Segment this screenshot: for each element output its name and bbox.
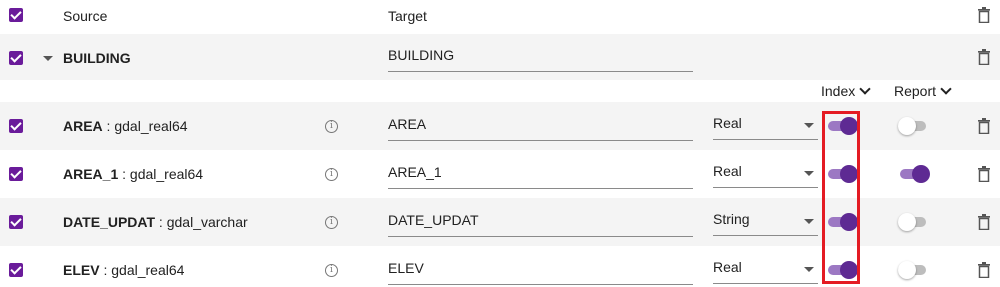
field-separator: : bbox=[155, 214, 167, 230]
field-target[interactable]: AREA bbox=[388, 112, 693, 141]
data-type-value: String bbox=[713, 211, 750, 227]
field-target[interactable]: ELEV bbox=[388, 256, 693, 285]
field-source: DATE_UPDAT : gdal_varchar bbox=[63, 214, 248, 230]
field-type: gdal_real64 bbox=[129, 166, 204, 182]
field-source: ELEV : gdal_real64 bbox=[63, 262, 184, 278]
select-all-checkbox[interactable] bbox=[9, 8, 23, 22]
data-type-value: Real bbox=[713, 259, 742, 275]
field-name: AREA_1 bbox=[63, 166, 119, 182]
group-name: BUILDING bbox=[63, 50, 131, 66]
info-icon[interactable]: i bbox=[325, 120, 338, 133]
dropdown-arrow-icon bbox=[804, 267, 814, 272]
delete-field-trash-icon[interactable] bbox=[978, 166, 990, 182]
field-name: DATE_UPDAT bbox=[63, 214, 156, 230]
delete-field-trash-icon[interactable] bbox=[978, 214, 990, 230]
group-target-field[interactable]: BUILDING bbox=[388, 43, 693, 72]
report-toggle[interactable] bbox=[898, 260, 928, 280]
field-target-value: AREA_1 bbox=[388, 164, 442, 180]
dropdown-arrow-icon bbox=[804, 123, 814, 128]
field-target-value: AREA bbox=[388, 116, 427, 132]
group-row: BUILDING BUILDING bbox=[0, 34, 1000, 80]
field-type: gdal_varchar bbox=[166, 214, 248, 230]
header-row: Source Target bbox=[0, 0, 1000, 32]
data-type-select[interactable]: Real bbox=[713, 159, 818, 188]
report-toggle[interactable] bbox=[898, 212, 928, 232]
field-separator: : bbox=[102, 118, 115, 134]
field-checkbox[interactable] bbox=[9, 263, 23, 277]
source-header: Source bbox=[63, 8, 108, 24]
field-type: gdal_real64 bbox=[111, 262, 185, 278]
field-name: AREA bbox=[63, 118, 103, 134]
field-checkbox[interactable] bbox=[9, 167, 23, 181]
field-source: AREA : gdal_real64 bbox=[63, 118, 188, 134]
index-highlight-box bbox=[822, 111, 860, 284]
delete-group-trash-icon[interactable] bbox=[978, 49, 990, 65]
dropdown-arrow-icon bbox=[804, 171, 814, 176]
field-target-value: ELEV bbox=[388, 260, 424, 276]
data-type-select[interactable]: Real bbox=[713, 111, 818, 140]
delete-field-trash-icon[interactable] bbox=[978, 118, 990, 134]
group-checkbox[interactable] bbox=[9, 51, 23, 65]
report-toggle[interactable] bbox=[898, 116, 928, 136]
data-type-select[interactable]: String bbox=[713, 207, 818, 236]
field-target[interactable]: AREA_1 bbox=[388, 160, 693, 189]
index-column-header[interactable]: Index bbox=[821, 83, 855, 99]
index-chevron-down-icon[interactable] bbox=[859, 83, 871, 95]
field-checkbox[interactable] bbox=[9, 119, 23, 133]
collapse-caret-icon[interactable] bbox=[43, 56, 53, 61]
data-type-select[interactable]: Real bbox=[713, 255, 818, 284]
data-type-value: Real bbox=[713, 163, 742, 179]
field-separator: : bbox=[118, 166, 130, 182]
data-type-value: Real bbox=[713, 115, 742, 131]
dropdown-arrow-icon bbox=[804, 219, 814, 224]
delete-field-trash-icon[interactable] bbox=[978, 262, 990, 278]
delete-all-trash-icon[interactable] bbox=[978, 7, 990, 23]
field-name: ELEV bbox=[63, 262, 100, 278]
target-header: Target bbox=[388, 8, 427, 24]
field-checkbox[interactable] bbox=[9, 215, 23, 229]
info-icon[interactable]: i bbox=[325, 168, 338, 181]
info-icon[interactable]: i bbox=[325, 216, 338, 229]
report-toggle[interactable] bbox=[900, 164, 930, 184]
info-icon[interactable]: i bbox=[325, 264, 338, 277]
report-chevron-down-icon[interactable] bbox=[940, 83, 952, 95]
field-type: gdal_real64 bbox=[114, 118, 188, 134]
report-column-header[interactable]: Report bbox=[894, 83, 936, 99]
field-target[interactable]: DATE_UPDAT bbox=[388, 208, 693, 237]
group-target-value: BUILDING bbox=[388, 47, 455, 63]
field-target-value: DATE_UPDAT bbox=[388, 212, 479, 228]
field-source: AREA_1 : gdal_real64 bbox=[63, 166, 203, 182]
field-separator: : bbox=[99, 262, 112, 278]
